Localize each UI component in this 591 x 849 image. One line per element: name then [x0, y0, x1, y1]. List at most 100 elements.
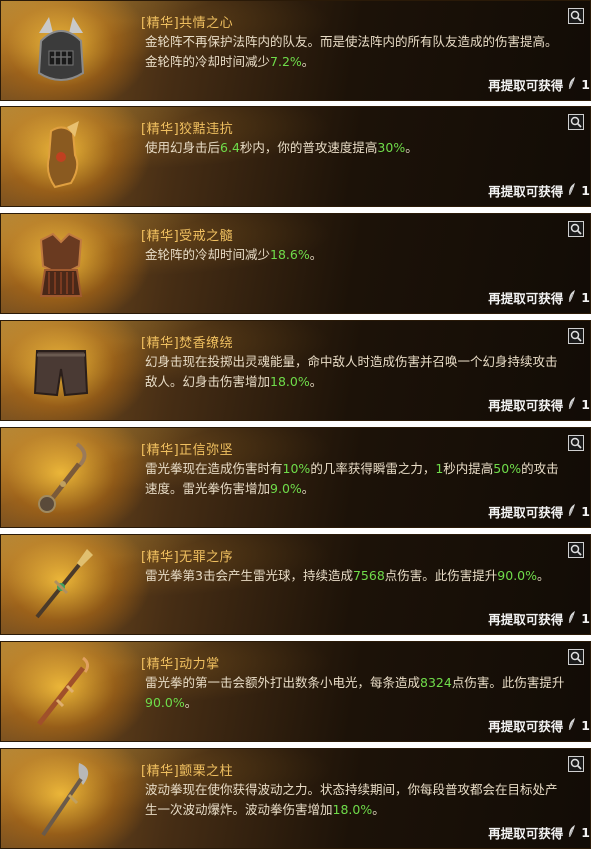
essence-title: [精华]颤栗之柱	[141, 764, 234, 779]
description-text: 。	[405, 140, 418, 155]
description-text: 秒内提高	[443, 461, 494, 476]
highlight-value: 18.6%	[270, 247, 310, 262]
description-text: 雷光拳现在造成伤害时有	[145, 461, 283, 476]
feather-icon	[567, 396, 577, 413]
highlight-value: 50%	[493, 461, 522, 476]
essence-description: 金轮阵的冷却时间减少18.6%。	[145, 245, 565, 265]
extract-count: 1	[581, 397, 590, 412]
essence-title: [精华]动力掌	[141, 657, 220, 672]
highlight-value: 6.4	[220, 140, 240, 155]
highlight-value: 10%	[282, 461, 311, 476]
description-text: 。	[309, 247, 323, 262]
description-text: 金轮阵的冷却时间减少	[145, 247, 271, 262]
description-text: 。	[301, 54, 315, 69]
extract-label: 再提取可获得	[488, 184, 564, 199]
essence-card[interactable]: [精华]焚香缭绕 幻身击现在投掷出灵魂能量，命中敌人时造成伤害并召唤一个幻身持续攻…	[0, 320, 591, 421]
extract-label: 再提取可获得	[488, 612, 564, 627]
feather-icon	[567, 503, 577, 520]
glaive-icon	[13, 755, 109, 843]
mace-icon	[13, 434, 109, 522]
search-icon[interactable]	[568, 114, 584, 130]
gloves-icon	[13, 113, 109, 201]
essence-description: 幻身击现在投掷出灵魂能量，命中敌人时造成伤害并召唤一个幻身持续攻击敌人。幻身击伤…	[145, 352, 565, 392]
highlight-value: 18.0%	[332, 802, 373, 817]
essence-card[interactable]: [精华]正信弥坚 雷光拳现在造成伤害时有10%的几率获得瞬雷之力，1秒内提高50%…	[0, 427, 591, 528]
extract-label: 再提取可获得	[488, 826, 564, 841]
search-icon[interactable]	[568, 221, 584, 237]
essence-card[interactable]: [精华]颤栗之柱 波动拳现在使你获得波动之力。状态持续期间，你每段普攻都会在目标处…	[0, 748, 591, 849]
description-text: 。	[309, 374, 323, 389]
search-icon[interactable]	[568, 328, 584, 344]
extract-reward: 再提取可获得 1	[488, 181, 590, 200]
extract-reward: 再提取可获得 1	[488, 609, 590, 628]
essence-description: 雷光拳的第一击会额外打出数条小电光，每条造成8324点伤害。此伤害提升 90.0%…	[145, 673, 565, 713]
essence-card[interactable]: [精华]受戒之髓 金轮阵的冷却时间减少18.6%。 再提取可获得 1	[0, 213, 591, 314]
description-text: 金轮阵不再保护法阵内的队友。而是使法阵内的所有队友造成的伤害提高。金轮阵的冷却时…	[145, 34, 558, 69]
feather-icon	[567, 76, 577, 93]
essence-description: 金轮阵不再保护法阵内的队友。而是使法阵内的所有队友造成的伤害提高。金轮阵的冷却时…	[145, 32, 565, 72]
description-text: 雷光拳第3击会产生雷光球，持续造成	[145, 568, 353, 583]
description-text: 。	[372, 802, 385, 817]
essence-title: [精华]共情之心	[141, 16, 234, 31]
description-text: 雷光拳的第一击会额外打出数条小电光，每条造成	[145, 675, 421, 690]
essence-card[interactable]: [精华]狡黠违抗 使用幻身击后6.4秒内，你的普攻速度提高30%。再提取可获得 1	[0, 106, 591, 207]
extract-label: 再提取可获得	[488, 398, 564, 413]
essence-title: [精华]正信弥坚	[141, 443, 234, 458]
essence-card[interactable]: [精华]无罪之序 雷光拳第3击会产生雷光球，持续造成7568点伤害。此伤害提升90…	[0, 534, 591, 635]
search-icon[interactable]	[568, 649, 584, 665]
extract-reward: 再提取可获得 1	[488, 823, 590, 842]
description-text: 使用幻身击后	[145, 140, 221, 155]
description-text: 点伤害。此伤害提升	[451, 675, 565, 690]
search-icon[interactable]	[568, 8, 584, 24]
feather-icon	[567, 610, 577, 627]
essence-description: 雷光拳第3击会产生雷光球，持续造成7568点伤害。此伤害提升90.0%。	[145, 566, 565, 586]
highlight-value: 9.0%	[270, 481, 302, 496]
feather-icon	[567, 289, 577, 306]
feather-icon	[567, 824, 577, 841]
extract-count: 1	[581, 504, 590, 519]
spear-icon	[13, 541, 109, 629]
extract-label: 再提取可获得	[488, 78, 564, 93]
highlight-value: 90.0%	[497, 568, 538, 583]
essence-title: [精华]狡黠违抗	[141, 122, 234, 137]
extract-reward: 再提取可获得 1	[488, 716, 590, 735]
description-text: 。	[301, 481, 315, 496]
feather-icon	[567, 182, 577, 199]
extract-label: 再提取可获得	[488, 719, 564, 734]
essence-description: 波动拳现在使你获得波动之力。状态持续期间，你每段普攻都会在目标处产生一次波动爆炸…	[145, 780, 565, 820]
highlight-value: 18.0%	[270, 374, 310, 389]
highlight-value: 7.2%	[270, 54, 302, 69]
chest-armor-icon	[13, 220, 109, 308]
extract-count: 1	[581, 290, 590, 305]
helmet-icon	[13, 7, 109, 95]
essence-title: [精华]无罪之序	[141, 550, 234, 565]
essence-title: [精华]受戒之髓	[141, 229, 234, 244]
search-icon[interactable]	[568, 756, 584, 772]
essence-list: [精华]共情之心金轮阵不再保护法阵内的队友。而是使法阵内的所有队友造成的伤害提高…	[0, 0, 591, 849]
staff-icon	[13, 648, 109, 736]
description-text: 秒内，你的普攻速度提高	[239, 140, 378, 155]
pants-icon	[13, 327, 109, 415]
extract-reward: 再提取可获得 1	[488, 75, 590, 94]
description-text: 的几率获得瞬雷之力，	[310, 461, 436, 476]
essence-description: 使用幻身击后6.4秒内，你的普攻速度提高30%。	[145, 138, 565, 158]
highlight-value: 7568	[352, 568, 385, 583]
description-text: 。	[184, 695, 198, 710]
extract-reward: 再提取可获得 1	[488, 395, 590, 414]
description-text: 幻身击现在投掷出灵魂能量，命中敌人时造成伤害并召唤一个幻身持续攻击敌人。幻身击伤…	[145, 354, 558, 389]
essence-card[interactable]: [精华]共情之心金轮阵不再保护法阵内的队友。而是使法阵内的所有队友造成的伤害提高…	[0, 0, 591, 101]
extract-reward: 再提取可获得 1	[488, 288, 590, 307]
description-text: 点伤害。此伤害提升	[384, 568, 498, 583]
essence-card[interactable]: [精华]动力掌 雷光拳的第一击会额外打出数条小电光，每条造成8324点伤害。此伤害…	[0, 641, 591, 742]
essence-description: 雷光拳现在造成伤害时有10%的几率获得瞬雷之力，1秒内提高50%的攻击速度。雷光…	[145, 459, 565, 499]
search-icon[interactable]	[568, 435, 584, 451]
extract-label: 再提取可获得	[488, 291, 564, 306]
feather-icon	[567, 717, 577, 734]
highlight-value: 90.0%	[145, 695, 185, 710]
extract-count: 1	[581, 718, 590, 733]
extract-count: 1	[581, 77, 590, 92]
highlight-value: 8324	[420, 675, 452, 690]
search-icon[interactable]	[568, 542, 584, 558]
extract-count: 1	[581, 183, 590, 198]
extract-label: 再提取可获得	[488, 505, 564, 520]
